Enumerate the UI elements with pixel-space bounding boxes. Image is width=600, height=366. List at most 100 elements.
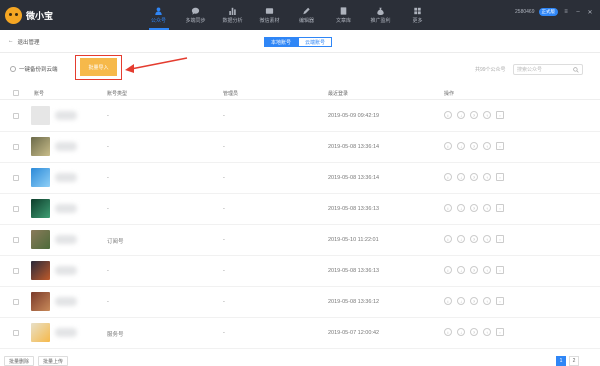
- info-icon[interactable]: i: [444, 266, 452, 274]
- tab-local-accounts[interactable]: 本地账号: [264, 37, 299, 47]
- upload-icon[interactable]: ↑: [483, 142, 491, 150]
- download-icon[interactable]: ↓: [457, 328, 465, 336]
- upload-icon[interactable]: ↑: [483, 297, 491, 305]
- question-icon[interactable]: ?: [470, 142, 478, 150]
- upload-icon[interactable]: ↑: [483, 328, 491, 336]
- row-checkbox[interactable]: [13, 206, 19, 212]
- row-checkbox[interactable]: [13, 144, 19, 150]
- row-checkbox[interactable]: [13, 237, 19, 243]
- table-row[interactable]: - - 2019-05-08 13:36:14 i ↓? ↑ ▫: [0, 132, 600, 163]
- question-icon[interactable]: ?: [470, 173, 478, 181]
- question-icon[interactable]: ?: [470, 235, 478, 243]
- header-type: 账号类型: [107, 90, 128, 97]
- batch-delete-button[interactable]: 批量删除: [4, 356, 35, 366]
- table-row[interactable]: - - 2019-05-08 13:36:12 i ↓? ↑ ▫: [0, 287, 600, 318]
- delete-icon[interactable]: ▫: [496, 266, 504, 274]
- last-login: 2019-05-08 13:36:13: [328, 268, 380, 274]
- account-name-blurred: [55, 328, 77, 337]
- info-icon[interactable]: i: [444, 297, 452, 305]
- page-1-button[interactable]: 1: [556, 356, 566, 366]
- info-icon[interactable]: i: [444, 235, 452, 243]
- download-icon[interactable]: ↓: [457, 111, 465, 119]
- nav-item-2[interactable]: 多端同步: [177, 0, 214, 30]
- account-type: 订阅号: [107, 239, 124, 245]
- info-icon[interactable]: i: [444, 142, 452, 150]
- row-checkbox[interactable]: [13, 113, 19, 119]
- delete-icon[interactable]: ▫: [496, 328, 504, 336]
- download-icon[interactable]: ↓: [457, 266, 465, 274]
- row-checkbox[interactable]: [13, 330, 19, 336]
- table-row[interactable]: 订阅号 - 2019-05-10 11:22:01 i ↓? ↑ ▫: [0, 225, 600, 256]
- question-icon[interactable]: ?: [470, 111, 478, 119]
- top-navigation-bar: 微小宝 公众号 多端同步 数据分析 微信素材 编辑器 文章库 推广盈利 更多 2580469 …: [0, 0, 600, 30]
- account-name-blurred: [55, 266, 77, 275]
- search-input[interactable]: 搜索公众号: [513, 64, 583, 75]
- tab-cloud-accounts[interactable]: 云端账号: [298, 37, 333, 47]
- nav-item-4[interactable]: 微信素材: [251, 0, 288, 30]
- table-row[interactable]: - - 2019-05-08 13:36:14 i ↓? ↑ ▫: [0, 163, 600, 194]
- table-row[interactable]: - - 2019-05-08 13:36:13 i ↓? ↑ ▫: [0, 194, 600, 225]
- row-checkbox[interactable]: [13, 299, 19, 305]
- account-admin: -: [223, 113, 225, 119]
- upload-icon[interactable]: ↑: [483, 111, 491, 119]
- minimize-icon[interactable]: –: [574, 8, 582, 16]
- row-checkbox[interactable]: [13, 268, 19, 274]
- row-checkbox[interactable]: [13, 175, 19, 181]
- last-login: 2019-05-10 11:22:01: [328, 237, 379, 243]
- delete-icon[interactable]: ▫: [496, 297, 504, 305]
- table-row[interactable]: - - 2019-05-09 09:42:19 i ↓? ↑ ▫: [0, 101, 600, 132]
- download-icon[interactable]: ↓: [457, 204, 465, 212]
- delete-icon[interactable]: ▫: [496, 111, 504, 119]
- backup-to-cloud-option[interactable]: 一键备份到云端: [10, 65, 58, 73]
- nav-label: 编辑器: [298, 17, 314, 24]
- batch-upload-button[interactable]: 批量上传: [38, 356, 69, 366]
- question-icon[interactable]: ?: [470, 266, 478, 274]
- back-button[interactable]: ← 退出管理: [8, 38, 40, 46]
- download-icon[interactable]: ↓: [457, 235, 465, 243]
- upload-icon[interactable]: ↑: [483, 235, 491, 243]
- close-icon[interactable]: ✕: [586, 8, 594, 16]
- brand: 微小宝: [0, 6, 120, 24]
- delete-icon[interactable]: ▫: [496, 142, 504, 150]
- menu-icon[interactable]: ≡: [562, 8, 570, 16]
- info-icon[interactable]: i: [444, 173, 452, 181]
- table-row[interactable]: 服务号 - 2019-05-07 12:00:42 i ↓? ↑ ▫: [0, 318, 600, 349]
- delete-icon[interactable]: ▫: [496, 204, 504, 212]
- upload-icon[interactable]: ↑: [483, 266, 491, 274]
- nav-item-1[interactable]: 公众号: [140, 0, 177, 30]
- nav-item-3[interactable]: 数据分析: [214, 0, 251, 30]
- version-badge[interactable]: 正式版: [538, 8, 558, 16]
- question-icon[interactable]: ?: [470, 297, 478, 305]
- download-icon[interactable]: ↓: [457, 173, 465, 181]
- row-actions: i ↓? ↑ ▫: [444, 266, 504, 274]
- last-login: 2019-05-08 13:36:14: [328, 175, 380, 181]
- select-all-checkbox[interactable]: [13, 90, 19, 96]
- page-2-button[interactable]: 2: [569, 356, 579, 366]
- question-icon[interactable]: ?: [470, 328, 478, 336]
- nav-item-7[interactable]: 推广盈利: [362, 0, 399, 30]
- download-icon[interactable]: ↓: [457, 297, 465, 305]
- batch-import-button[interactable]: 批量导入: [80, 58, 117, 76]
- account-admin: -: [223, 237, 225, 243]
- upload-icon[interactable]: ↑: [483, 204, 491, 212]
- last-login: 2019-05-08 13:36:12: [328, 299, 380, 305]
- delete-icon[interactable]: ▫: [496, 173, 504, 181]
- toolbar: 一键备份到云端 批量导入: [0, 53, 600, 87]
- delete-icon[interactable]: ▫: [496, 235, 504, 243]
- grid-icon: [413, 7, 422, 15]
- question-icon[interactable]: ?: [470, 204, 478, 212]
- nav-item-8[interactable]: 更多: [399, 0, 436, 30]
- info-icon[interactable]: i: [444, 204, 452, 212]
- table-row[interactable]: - - 2019-05-08 13:36:13 i ↓? ↑ ▫: [0, 256, 600, 287]
- nav-label: 微信素材: [259, 17, 280, 24]
- info-icon[interactable]: i: [444, 111, 452, 119]
- header-admin: 管理员: [223, 90, 239, 97]
- upload-icon[interactable]: ↑: [483, 173, 491, 181]
- nav-label: 推广盈利: [370, 17, 391, 24]
- last-login: 2019-05-08 13:36:14: [328, 144, 380, 150]
- table-footer: 批量删除 批量上传 1 2: [0, 353, 600, 366]
- nav-item-6[interactable]: 文章库: [325, 0, 362, 30]
- info-icon[interactable]: i: [444, 328, 452, 336]
- nav-item-5[interactable]: 编辑器: [288, 0, 325, 30]
- download-icon[interactable]: ↓: [457, 142, 465, 150]
